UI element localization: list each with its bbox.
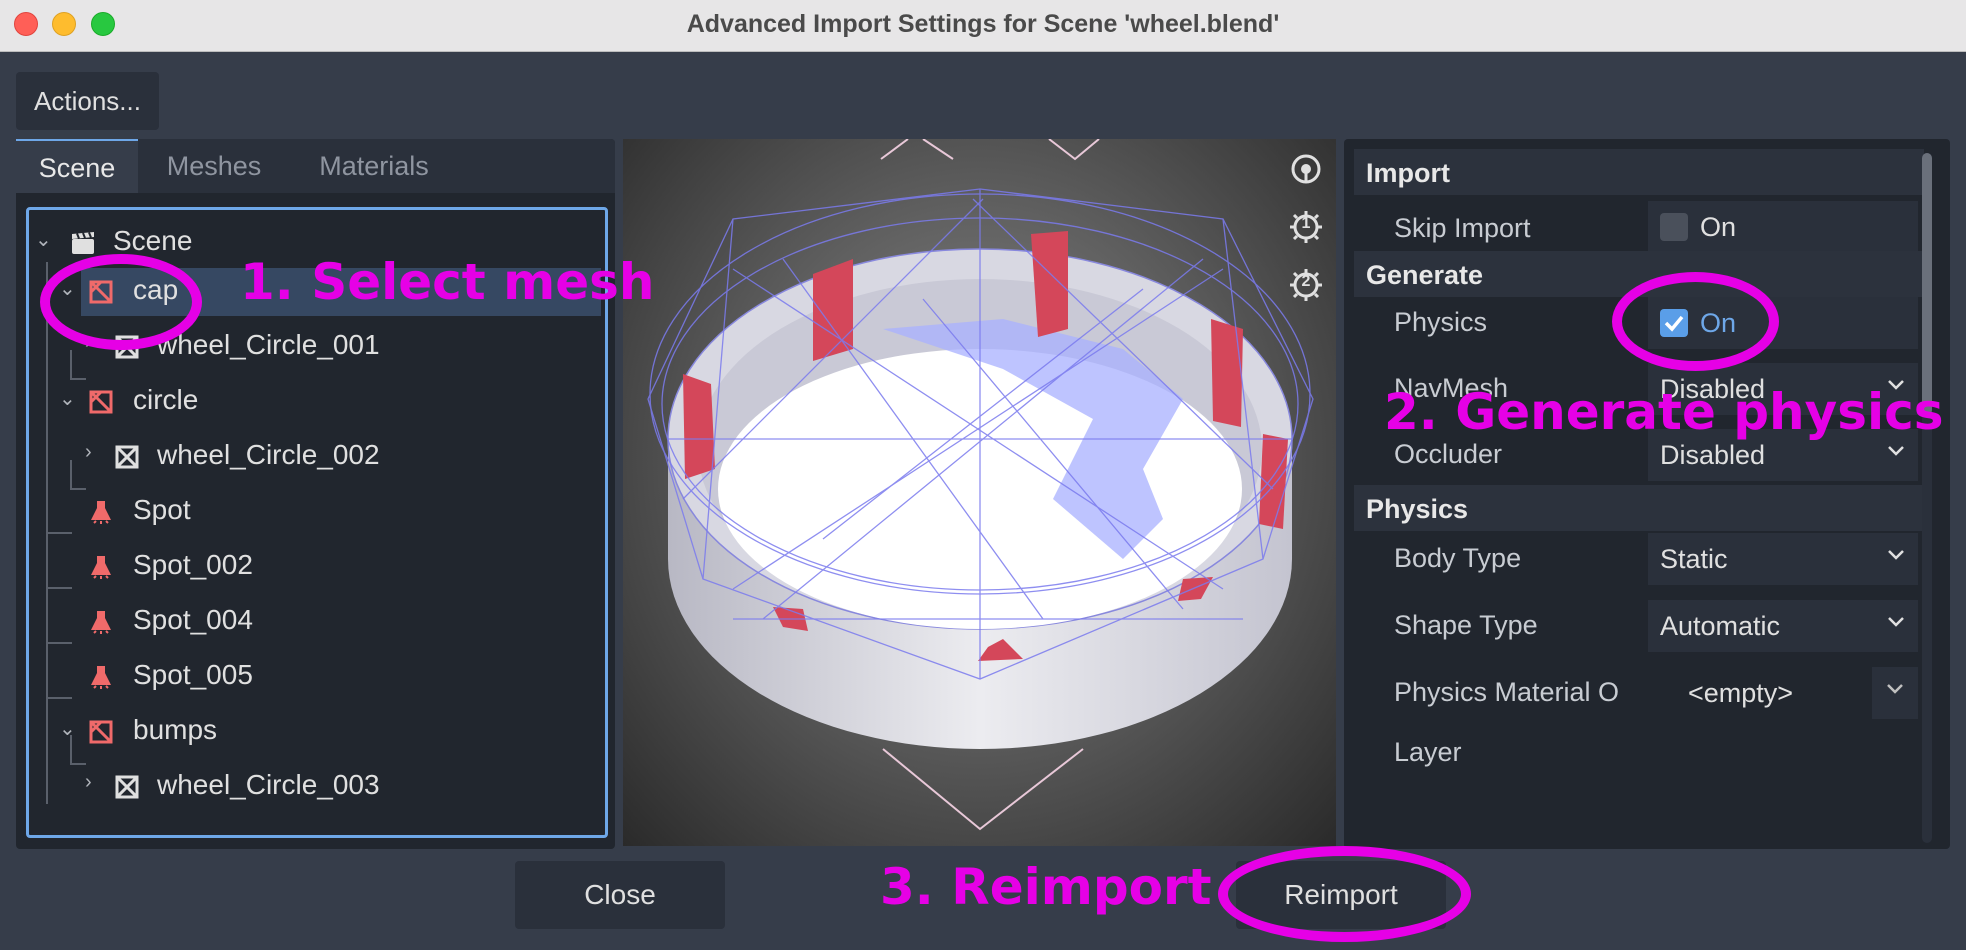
wheel-mesh-preview (647, 139, 1314, 831)
light-1-icon[interactable]: 1 (1288, 209, 1324, 245)
collapse-arrow-icon[interactable]: ⌄ (35, 227, 52, 252)
physics-material-value: <empty> (1688, 678, 1794, 708)
dialog-body: Actions... Scene Meshes Materials ⌄ Scen… (0, 53, 1966, 950)
shape-type-dropdown[interactable]: Automatic (1648, 600, 1918, 652)
tree-item-wheel-circle-003[interactable]: › wheel_Circle_003 (29, 763, 605, 811)
body-type-value: Static (1660, 544, 1728, 574)
scrollbar-thumb[interactable] (1922, 153, 1932, 415)
tab-materials[interactable]: Materials (290, 139, 458, 193)
light-2-icon[interactable]: 2 (1288, 267, 1324, 303)
shape-type-label: Shape Type (1394, 610, 1538, 640)
skip-import-value: On (1700, 212, 1737, 242)
mesh-instance-icon (89, 390, 113, 414)
tree-item-label: Spot_002 (133, 549, 253, 580)
tree-item-label: wheel_Circle_003 (157, 769, 380, 800)
tree-item-label: circle (133, 384, 199, 415)
physics-material-label: Physics Material O (1394, 677, 1620, 707)
tree-item-label: wheel_Circle_001 (157, 329, 380, 360)
collapse-arrow-icon[interactable]: ⌄ (59, 716, 76, 741)
title-bar: Advanced Import Settings for Scene 'whee… (0, 0, 1966, 52)
light-1-number: 1 (1301, 215, 1311, 232)
tree-item-wheel-circle-002[interactable]: › wheel_Circle_002 (29, 433, 605, 481)
spot-light-icon (91, 666, 111, 689)
scene-panel: Scene Meshes Materials ⌄ Scene cap ⌄ › w… (16, 139, 615, 849)
tree-item-spot[interactable]: Spot (29, 488, 605, 536)
expand-arrow-icon[interactable]: › (85, 771, 92, 794)
tab-meshes[interactable]: Meshes (144, 139, 284, 193)
occluder-value: Disabled (1660, 440, 1766, 470)
skip-import-label: Skip Import (1394, 213, 1531, 243)
physics-material-menu-button[interactable] (1872, 667, 1918, 719)
tree-item-label: wheel_Circle_002 (157, 439, 380, 470)
tree-item-spot-005[interactable]: Spot_005 (29, 653, 605, 701)
layer-label: Layer (1394, 737, 1462, 767)
occluder-label: Occluder (1394, 439, 1503, 469)
light-2-number: 2 (1301, 273, 1311, 290)
body-type-label: Body Type (1394, 543, 1522, 573)
mesh-icon (115, 445, 139, 469)
tree-item-label: bumps (133, 714, 218, 745)
tree-item-spot-002[interactable]: Spot_002 (29, 543, 605, 591)
collapse-arrow-icon[interactable]: ⌄ (59, 386, 76, 411)
section-import[interactable]: Import (1354, 149, 1924, 195)
annotation-circle-physics (1612, 272, 1779, 371)
annotation-step3: 3. Reimport (880, 858, 1212, 916)
3d-preview-viewport[interactable]: 1 2 (623, 139, 1336, 846)
section-title: Generate (1366, 260, 1484, 290)
chevron-down-icon (1888, 617, 1904, 627)
mesh-instance-icon (89, 720, 113, 744)
spot-light-icon (91, 501, 111, 524)
tree-item-label: Spot (133, 494, 191, 525)
close-button[interactable]: Close (515, 861, 725, 929)
physics-label: Physics (1394, 307, 1488, 337)
tab-bar: Scene Meshes Materials (16, 139, 615, 193)
tree-item-bumps[interactable]: ⌄ bumps (29, 708, 605, 756)
clapperboard-icon (72, 232, 94, 254)
section-title: Import (1366, 158, 1450, 188)
expand-arrow-icon[interactable]: › (85, 441, 92, 464)
tree-item-label: Spot_005 (133, 659, 253, 690)
tab-scene[interactable]: Scene (16, 139, 138, 193)
tree-item-label: Scene (113, 225, 193, 256)
tree-item-circle[interactable]: ⌄ circle (29, 378, 605, 426)
chevron-down-icon (1888, 446, 1904, 456)
tree-item-label: Spot_004 (133, 604, 253, 635)
actions-button[interactable]: Actions... (16, 72, 159, 130)
window-title: Advanced Import Settings for Scene 'whee… (686, 10, 1280, 38)
physics-material-resource[interactable]: <empty> (1648, 667, 1868, 719)
import-settings-window: Advanced Import Settings for Scene 'whee… (0, 0, 1966, 950)
inspector-scrollbar[interactable] (1922, 153, 1932, 843)
mesh-icon (115, 775, 139, 799)
orbit-gizmo-icon[interactable] (1288, 151, 1324, 187)
spot-light-icon (91, 611, 111, 634)
annotation-step2: 2. Generate physics (1384, 383, 1944, 441)
shape-type-value: Automatic (1660, 611, 1781, 641)
chevron-down-icon (1888, 550, 1904, 560)
tree-item-spot-004[interactable]: Spot_004 (29, 598, 605, 646)
import-inspector: Import Skip Import On Generate Physics O… (1344, 139, 1950, 849)
chevron-down-icon (1887, 684, 1903, 694)
body-type-dropdown[interactable]: Static (1648, 533, 1918, 585)
annotation-circle-reimport (1218, 846, 1471, 942)
annotation-step1: 1. Select mesh (240, 253, 655, 311)
annotation-circle-select (40, 254, 202, 350)
spot-light-icon (91, 556, 111, 579)
section-physics[interactable]: Physics (1354, 485, 1924, 531)
checkbox-unchecked-icon (1660, 213, 1688, 241)
skip-import-checkbox[interactable]: On (1648, 201, 1918, 253)
section-title: Physics (1366, 494, 1469, 524)
